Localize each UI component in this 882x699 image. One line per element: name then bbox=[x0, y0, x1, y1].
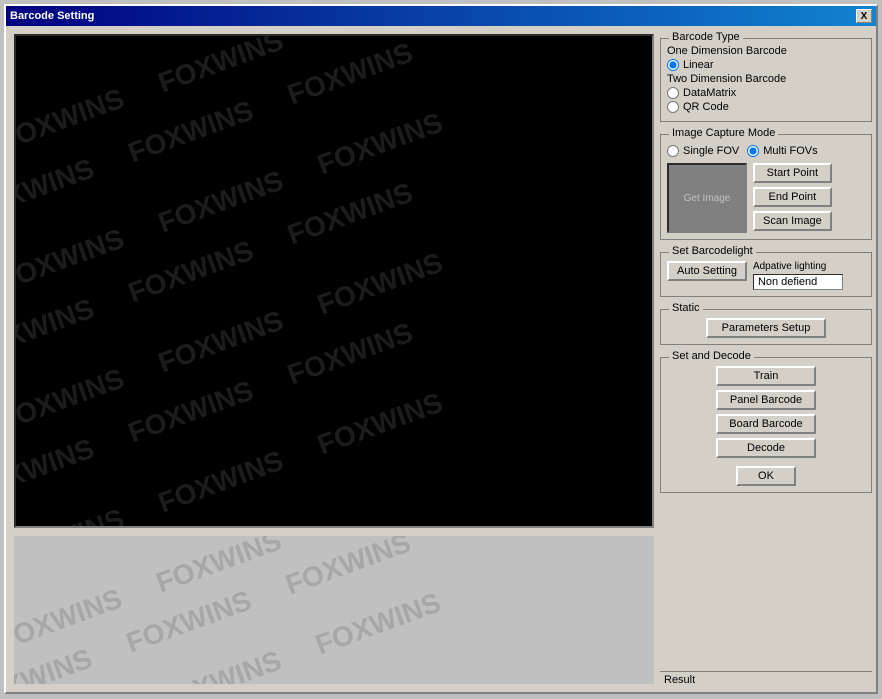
multi-fov-radio[interactable] bbox=[747, 145, 759, 157]
camera-view: FOXWINS FOXWINS FOXWINS FOXWINS FOXWINS … bbox=[14, 34, 654, 528]
watermark: FOXWINS FOXWINS FOXWINS bbox=[16, 107, 447, 298]
controls-panel: Barcode Type One Dimension Barcode Linea… bbox=[656, 26, 876, 692]
watermark-container: FOXWINS FOXWINS FOXWINS FOXWINS FOXWINS … bbox=[16, 36, 652, 526]
linear-row: Linear bbox=[667, 59, 865, 71]
content-area: FOXWINS FOXWINS FOXWINS FOXWINS FOXWINS … bbox=[6, 26, 876, 692]
qr-row: QR Code bbox=[667, 101, 865, 113]
static-section: Parameters Setup bbox=[667, 318, 865, 338]
watermark-gray: FOXWINS FOXWINS FOXWINS bbox=[14, 536, 415, 684]
start-point-button[interactable]: Start Point bbox=[753, 163, 832, 183]
lighting-dropdown[interactable]: Non defiend bbox=[753, 274, 843, 290]
result-area: Result bbox=[660, 671, 872, 688]
watermark-container-2: FOXWINS FOXWINS FOXWINS FOXWINS FOXWINS … bbox=[14, 536, 654, 684]
multi-fov-row: Multi FOVs bbox=[747, 145, 817, 157]
fov-radio-row: Single FOV Multi FOVs bbox=[667, 143, 865, 159]
image-capture-label: Image Capture Mode bbox=[669, 127, 778, 139]
watermark: FOXWINS FOXWINS FOXWINS bbox=[16, 36, 447, 157]
image-buttons: Start Point End Point Scan Image bbox=[753, 163, 832, 233]
two-dim-label: Two Dimension Barcode bbox=[667, 73, 865, 85]
image-preview: Get Image bbox=[667, 163, 747, 233]
result-bar: Result bbox=[660, 671, 872, 688]
get-image-button[interactable]: Get Image bbox=[684, 193, 731, 204]
decode-button[interactable]: Decode bbox=[716, 438, 816, 458]
train-button[interactable]: Train bbox=[716, 366, 816, 386]
watermark: FOXWINS FOXWINS FOXWINS bbox=[16, 317, 417, 508]
parameters-setup-button[interactable]: Parameters Setup bbox=[706, 318, 826, 338]
datamatrix-label: DataMatrix bbox=[683, 87, 736, 99]
single-fov-row: Single FOV bbox=[667, 145, 739, 157]
window-title: Barcode Setting bbox=[10, 10, 94, 22]
result-label: Result bbox=[664, 674, 695, 686]
ok-row: OK bbox=[736, 466, 796, 486]
adpative-label: Adpative lighting bbox=[753, 261, 843, 272]
set-decode-section: Train Panel Barcode Board Barcode Decode… bbox=[667, 366, 865, 486]
watermark-gray: FOXWINS FOXWINS FOXWINS bbox=[14, 586, 445, 684]
single-fov-radio[interactable] bbox=[667, 145, 679, 157]
title-bar: Barcode Setting X bbox=[6, 6, 876, 26]
one-dim-label: One Dimension Barcode bbox=[667, 45, 865, 57]
barcodelight-row: Auto Setting Adpative lighting Non defie… bbox=[667, 261, 865, 290]
image-controls-row: Get Image Start Point End Point Scan Ima… bbox=[667, 163, 865, 233]
multi-fov-label: Multi FOVs bbox=[763, 145, 817, 157]
barcode-type-label: Barcode Type bbox=[669, 31, 743, 43]
adpative-box: Adpative lighting Non defiend bbox=[753, 261, 843, 290]
linear-radio[interactable] bbox=[667, 59, 679, 71]
watermark-gray: FOXWINS FOXWINS FOXWINS bbox=[14, 536, 445, 657]
image-capture-group: Image Capture Mode Single FOV Multi FOVs… bbox=[660, 134, 872, 240]
scan-image-button[interactable]: Scan Image bbox=[753, 211, 832, 231]
watermark: FOXWINS FOXWINS FOXWINS bbox=[16, 37, 417, 228]
watermark: FOXWINS FOXWINS FOXWINS bbox=[16, 247, 447, 438]
watermark: FOXWINS FOXWINS FOXWINS bbox=[16, 177, 417, 368]
board-barcode-button[interactable]: Board Barcode bbox=[716, 414, 816, 434]
barcode-type-group: Barcode Type One Dimension Barcode Linea… bbox=[660, 38, 872, 122]
close-button[interactable]: X bbox=[856, 9, 872, 23]
panel-barcode-button[interactable]: Panel Barcode bbox=[716, 390, 816, 410]
ok-button[interactable]: OK bbox=[736, 466, 796, 486]
gray-lower-area: FOXWINS FOXWINS FOXWINS FOXWINS FOXWINS … bbox=[14, 536, 654, 684]
qr-label: QR Code bbox=[683, 101, 729, 113]
datamatrix-radio[interactable] bbox=[667, 87, 679, 99]
main-window: Barcode Setting X FOXWINS FOXWINS FOXWIN… bbox=[4, 4, 878, 694]
set-decode-group: Set and Decode Train Panel Barcode Board… bbox=[660, 357, 872, 493]
auto-setting-button[interactable]: Auto Setting bbox=[667, 261, 747, 281]
datamatrix-row: DataMatrix bbox=[667, 87, 865, 99]
single-fov-label: Single FOV bbox=[683, 145, 739, 157]
barcodelight-label: Set Barcodelight bbox=[669, 245, 756, 257]
barcodelight-group: Set Barcodelight Auto Setting Adpative l… bbox=[660, 252, 872, 297]
watermark: FOXWINS FOXWINS FOXWINS bbox=[16, 387, 447, 526]
static-label: Static bbox=[669, 302, 703, 314]
static-group: Static Parameters Setup bbox=[660, 309, 872, 345]
linear-label: Linear bbox=[683, 59, 714, 71]
qr-radio[interactable] bbox=[667, 101, 679, 113]
set-decode-label: Set and Decode bbox=[669, 350, 754, 362]
end-point-button[interactable]: End Point bbox=[753, 187, 832, 207]
camera-area: FOXWINS FOXWINS FOXWINS FOXWINS FOXWINS … bbox=[6, 26, 656, 692]
